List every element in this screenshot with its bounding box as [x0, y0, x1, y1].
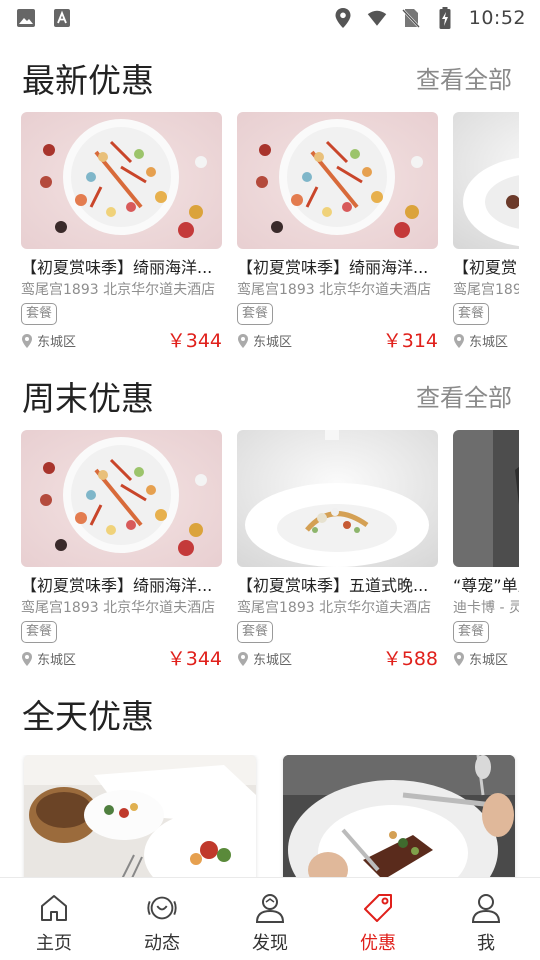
deal-image — [453, 430, 519, 567]
deal-type-badge: 套餐 — [453, 303, 490, 325]
weekend-deals-row: 【初夏赏味季】绮丽海洋... 鸾尾宫1893 北京华尔道夫酒店 套餐 东城区 ￥… — [0, 430, 540, 680]
status-bar: 10:52 — [0, 0, 540, 36]
all-day-deal-card[interactable] — [283, 755, 515, 877]
deal-title: 【初夏赏味季】绮丽海洋... — [21, 258, 213, 277]
deal-image — [237, 430, 438, 567]
deal-district: 东城区 — [469, 335, 509, 350]
nav-label: 发现 — [252, 933, 288, 954]
deal-venue: 鸾尾宫1893 北京华尔道夫酒店 — [237, 600, 432, 616]
deal-price: ￥344 — [166, 648, 222, 670]
location-pin-icon — [22, 333, 32, 348]
nav-label: 动态 — [144, 933, 180, 954]
deal-card[interactable]: 【初夏赏味季】绮丽海洋... 鸾尾宫1893 北京华尔道夫酒店 套餐 东城区 ￥… — [21, 430, 222, 680]
deal-card[interactable]: 【初夏赏味季】五道式晚... 鸾尾宫1893 北京华尔道夫酒店 套餐 东城区 ￥… — [237, 430, 438, 680]
nav-moments[interactable]: 动态 — [108, 878, 216, 960]
deal-image — [21, 430, 222, 567]
deal-district: 东城区 — [37, 653, 77, 668]
see-all-link[interactable]: 查看全部 — [416, 378, 512, 413]
deal-location: 东城区 — [238, 649, 292, 668]
deal-price: ￥588 — [382, 648, 438, 670]
moments-icon — [145, 891, 179, 925]
latest-deals-row: 【初夏赏味季】绮丽海洋... 鸾尾宫1893 北京华尔道夫酒店 套餐 东城区 ￥… — [0, 112, 540, 362]
deal-card[interactable]: 【初夏赏 鸾尾宫189 套餐 东城区 — [453, 112, 519, 362]
deal-title: 【初夏赏味季】绮丽海洋... — [21, 576, 213, 595]
deal-venue: 迪卡博 - 灵 — [453, 600, 519, 616]
discover-icon — [253, 891, 287, 925]
deal-location: 东城区 — [22, 649, 76, 668]
deal-type-badge: 套餐 — [453, 621, 490, 643]
deal-district: 东城区 — [469, 653, 509, 668]
gallery-notification-icon — [16, 8, 36, 28]
section-title: 最新优惠 — [22, 61, 154, 100]
deal-type-badge: 套餐 — [237, 303, 274, 325]
nav-deals[interactable]: 优惠 — [324, 878, 432, 960]
weekend-deals-section: 周末优惠 查看全部 — [0, 370, 540, 430]
all-day-deal-card[interactable] — [24, 755, 256, 877]
all-day-deals-row — [0, 755, 540, 877]
all-day-deals-section: 全天优惠 — [0, 688, 540, 748]
section-title: 周末优惠 — [22, 379, 154, 418]
deal-title: 【初夏赏味季】五道式晚... — [237, 576, 429, 595]
nav-discover[interactable]: 发现 — [216, 878, 324, 960]
deal-district: 东城区 — [253, 335, 293, 350]
see-all-link[interactable]: 查看全部 — [416, 60, 512, 95]
deal-title: 【初夏赏味季】绮丽海洋... — [237, 258, 429, 277]
section-title: 全天优惠 — [22, 697, 154, 736]
deal-image — [237, 112, 438, 249]
deal-type-badge: 套餐 — [21, 621, 58, 643]
location-pin-icon — [22, 651, 32, 666]
deal-venue: 鸾尾宫189 — [453, 282, 519, 298]
location-pin-icon — [454, 333, 464, 348]
deal-district: 东城区 — [37, 335, 77, 350]
profile-icon — [469, 891, 503, 925]
deal-card[interactable]: 【初夏赏味季】绮丽海洋... 鸾尾宫1893 北京华尔道夫酒店 套餐 东城区 ￥… — [21, 112, 222, 362]
nav-profile[interactable]: 我 — [432, 878, 540, 960]
location-pin-icon — [454, 651, 464, 666]
deal-price: ￥344 — [166, 330, 222, 352]
home-icon — [37, 891, 71, 925]
bottom-nav: 主页 动态 发现 优惠 我 — [0, 877, 540, 960]
no-sim-icon — [401, 8, 421, 28]
deal-venue: 鸾尾宫1893 北京华尔道夫酒店 — [21, 282, 216, 298]
deal-image — [21, 112, 222, 249]
deal-venue: 鸾尾宫1893 北京华尔道夫酒店 — [21, 600, 216, 616]
location-pin-icon — [238, 651, 248, 666]
deal-title: “尊宠”单人 — [453, 576, 519, 595]
nav-label: 我 — [477, 933, 495, 954]
location-pin-icon — [238, 333, 248, 348]
deal-type-badge: 套餐 — [237, 621, 274, 643]
deal-location: 东城区 — [454, 331, 508, 350]
deal-type-badge: 套餐 — [21, 303, 58, 325]
latest-deals-section: 最新优惠 查看全部 — [0, 52, 540, 112]
deal-venue: 鸾尾宫1893 北京华尔道夫酒店 — [237, 282, 432, 298]
status-time: 10:52 — [468, 7, 526, 29]
location-icon — [333, 8, 353, 28]
deal-card[interactable]: “尊宠”单人 迪卡博 - 灵 套餐 东城区 — [453, 430, 519, 680]
deal-card[interactable]: 【初夏赏味季】绮丽海洋... 鸾尾宫1893 北京华尔道夫酒店 套餐 东城区 ￥… — [237, 112, 438, 362]
deal-location: 东城区 — [22, 331, 76, 350]
deal-location: 东城区 — [454, 649, 508, 668]
deal-location: 东城区 — [238, 331, 292, 350]
tag-icon — [361, 891, 395, 925]
nav-label: 优惠 — [360, 933, 396, 954]
text-notification-icon — [52, 8, 72, 28]
nav-label: 主页 — [36, 933, 72, 954]
deal-image — [453, 112, 519, 249]
deal-title: 【初夏赏 — [453, 258, 518, 277]
battery-charging-icon — [435, 7, 455, 29]
deal-district: 东城区 — [253, 653, 293, 668]
deal-price: ￥314 — [382, 330, 438, 352]
wifi-icon — [367, 8, 387, 28]
nav-home[interactable]: 主页 — [0, 878, 108, 960]
